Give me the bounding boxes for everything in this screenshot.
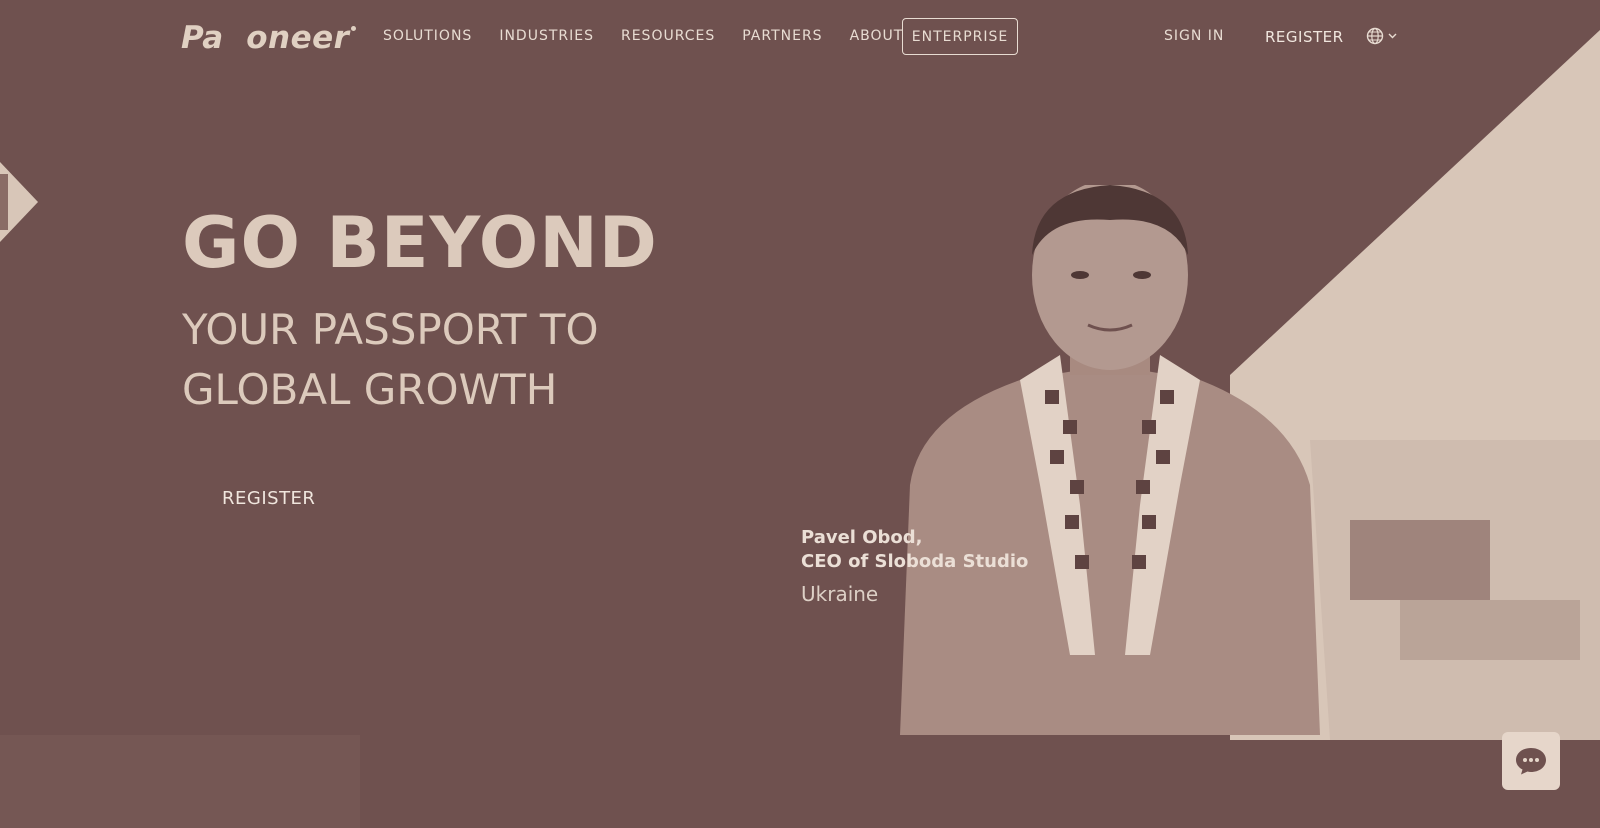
chat-bubble-icon bbox=[1516, 748, 1546, 775]
enterprise-button[interactable]: ENTERPRISE bbox=[902, 18, 1018, 55]
background-blur bbox=[0, 735, 360, 828]
nav-item-about[interactable]: ABOUT bbox=[850, 28, 904, 44]
page: Pa oneer SOLUTIONS INDUSTRIES RESOURCES … bbox=[0, 0, 1600, 828]
testimonial-country: Ukraine bbox=[801, 582, 879, 606]
payoneer-logo[interactable]: Pa oneer bbox=[181, 20, 357, 56]
testimonial-caption: Pavel Obod, CEO of Sloboda Studio Ukrain… bbox=[801, 526, 1028, 606]
testimonial-name: Pavel Obod, CEO of Sloboda Studio bbox=[801, 527, 1029, 572]
testimonial-person-photo bbox=[900, 185, 1320, 735]
hero-register-button[interactable]: REGISTER bbox=[222, 488, 315, 509]
sign-in-link[interactable]: SIGN IN bbox=[1164, 28, 1224, 44]
globe-icon bbox=[1366, 27, 1384, 45]
slider-prev-arrow-icon[interactable] bbox=[0, 162, 40, 242]
top-navbar: Pa oneer SOLUTIONS INDUSTRIES RESOURCES … bbox=[0, 0, 1600, 76]
chat-widget-button[interactable] bbox=[1502, 732, 1560, 790]
register-link[interactable]: REGISTER bbox=[1265, 28, 1344, 46]
language-selector[interactable] bbox=[1366, 27, 1397, 45]
hero-subtitle: YOUR PASSPORT TO GLOBAL GROWTH bbox=[182, 305, 599, 414]
nav-item-solutions[interactable]: SOLUTIONS bbox=[383, 28, 472, 44]
main-nav-menu: SOLUTIONS INDUSTRIES RESOURCES PARTNERS … bbox=[383, 28, 930, 44]
nav-item-industries[interactable]: INDUSTRIES bbox=[499, 28, 594, 44]
hero-title: GO BEYOND bbox=[182, 202, 658, 284]
chevron-down-icon bbox=[1388, 33, 1397, 39]
nav-item-partners[interactable]: PARTNERS bbox=[742, 28, 822, 44]
nav-item-resources[interactable]: RESOURCES bbox=[621, 28, 715, 44]
